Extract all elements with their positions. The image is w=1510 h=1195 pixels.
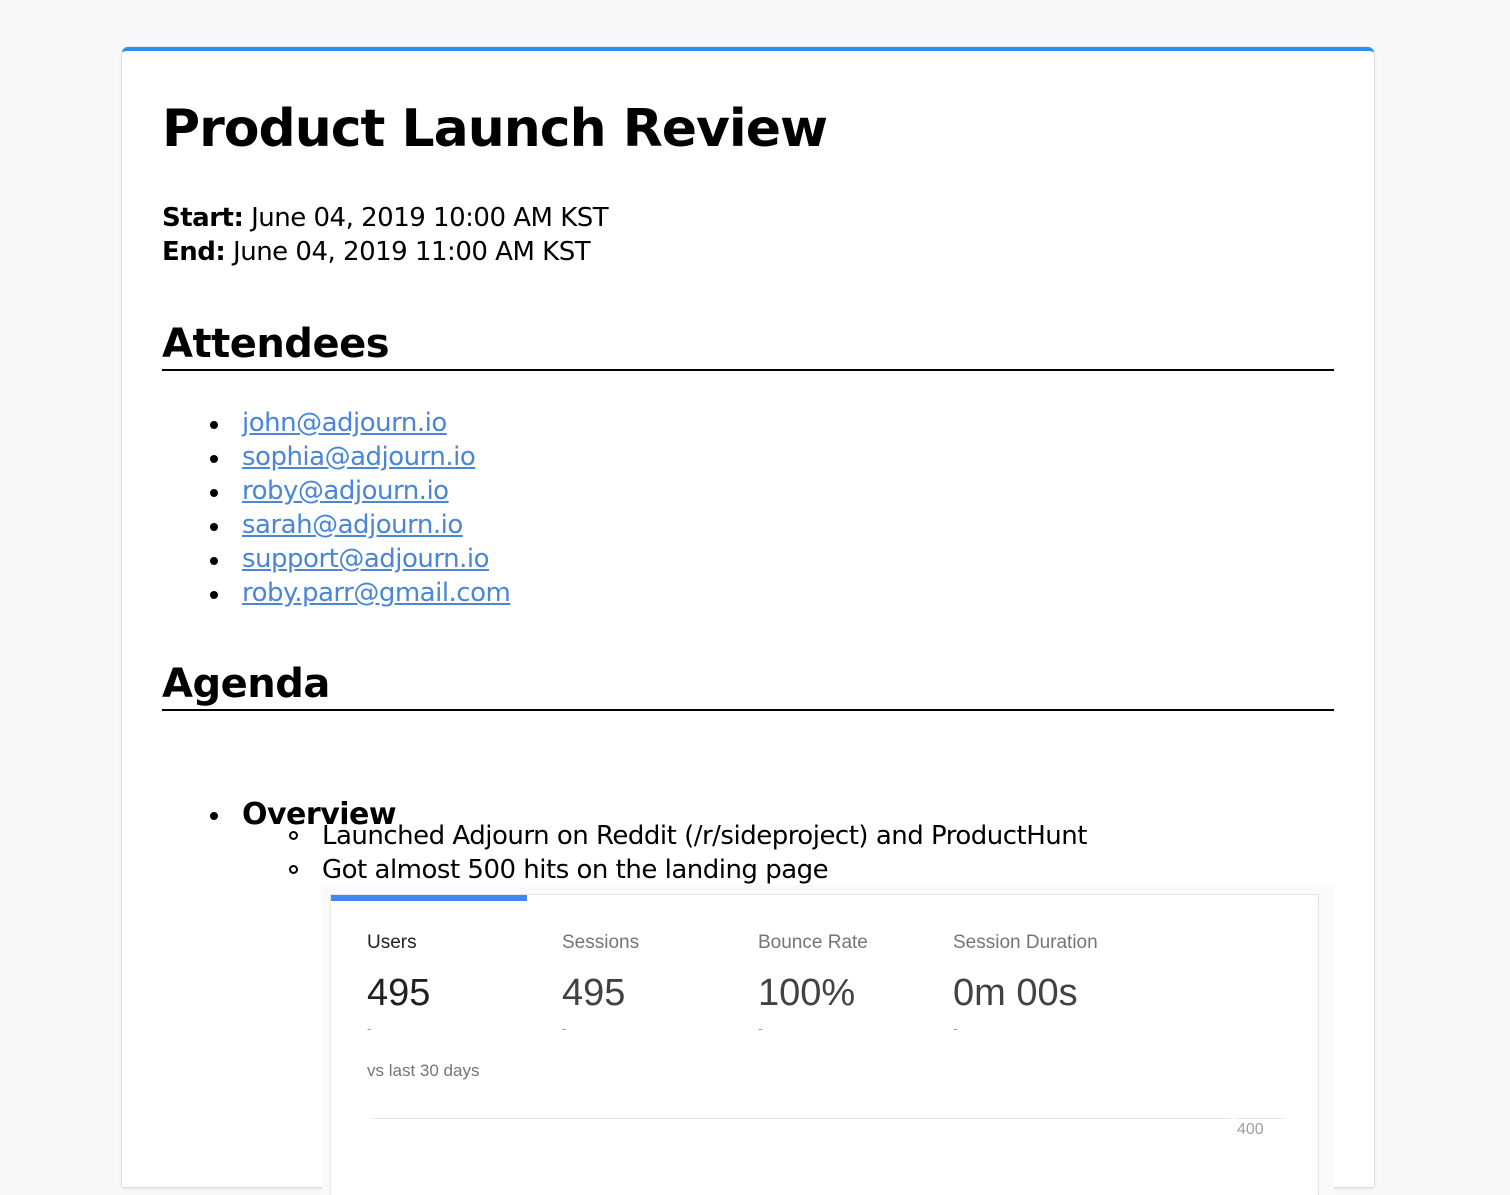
- metric-delta: -: [367, 1020, 372, 1036]
- agenda-heading: Agenda: [162, 660, 1334, 711]
- analytics-screenshot: Users 495 - Sessions 495 - Bounce Rate 1…: [322, 885, 1334, 1195]
- analytics-panel: Users 495 - Sessions 495 - Bounce Rate 1…: [331, 895, 1318, 1195]
- attendee-email-link[interactable]: roby@adjourn.io: [242, 476, 449, 506]
- attendee-email-link[interactable]: sophia@adjourn.io: [242, 442, 476, 472]
- list-item: Launched Adjourn on Reddit (/r/sideproje…: [289, 821, 1087, 851]
- attendees-list: john@adjourn.io sophia@adjourn.io roby@a…: [209, 406, 511, 610]
- chart-tick-label: 400: [1237, 1121, 1264, 1138]
- agenda-subitems: Launched Adjourn on Reddit (/r/sideproje…: [289, 819, 1087, 887]
- attendee-email-link[interactable]: john@adjourn.io: [242, 408, 447, 438]
- start-value: June 04, 2019 10:00 AM KST: [243, 203, 609, 233]
- metric-users: Users 495 -: [367, 931, 557, 1037]
- list-item: roby.parr@gmail.com: [209, 576, 511, 610]
- end-time-row: End: June 04, 2019 11:00 AM KST: [162, 235, 608, 269]
- page-title: Product Launch Review: [162, 99, 828, 159]
- metric-label: Users: [367, 932, 417, 953]
- document-card: Product Launch Review Start: June 04, 20…: [122, 47, 1374, 1195]
- metric-session-duration: Session Duration 0m 00s -: [953, 931, 1213, 1037]
- metric-sessions: Sessions 495 -: [562, 931, 752, 1037]
- metric-label: Sessions: [562, 932, 640, 953]
- meeting-times: Start: June 04, 2019 10:00 AM KST End: J…: [162, 201, 609, 269]
- start-time-row: Start: June 04, 2019 10:00 AM KST: [162, 201, 609, 235]
- chart-gridline: [373, 1118, 1231, 1119]
- list-item: support@adjourn.io: [209, 542, 510, 576]
- metric-value: 495: [562, 972, 626, 1014]
- start-label: Start:: [162, 203, 244, 233]
- metric-value: 100%: [758, 972, 856, 1014]
- list-item: Got almost 500 hits on the landing page: [289, 853, 1087, 887]
- chart-tick-line: [1235, 1118, 1283, 1119]
- attendee-email-link[interactable]: sarah@adjourn.io: [242, 510, 463, 540]
- metric-label: Session Duration: [953, 932, 1098, 953]
- metric-bounce-rate: Bounce Rate 100% -: [758, 931, 948, 1037]
- metric-value: 0m 00s: [953, 972, 1078, 1014]
- list-item: roby@adjourn.io: [209, 474, 510, 508]
- end-value: June 04, 2019 11:00 AM KST: [225, 237, 591, 267]
- attendee-email-link[interactable]: roby.parr@gmail.com: [242, 578, 511, 608]
- list-item: john@adjourn.io: [209, 406, 510, 440]
- metric-label: Bounce Rate: [758, 932, 868, 953]
- list-item: sophia@adjourn.io: [209, 440, 510, 474]
- attendee-email-link[interactable]: support@adjourn.io: [242, 544, 489, 574]
- metric-delta: -: [562, 1020, 567, 1036]
- attendees-heading: Attendees: [162, 320, 1334, 371]
- metric-delta: -: [758, 1020, 763, 1036]
- metric-delta: -: [953, 1020, 958, 1036]
- end-label: End:: [162, 237, 226, 267]
- active-tab-indicator: [331, 895, 527, 901]
- metric-value: 495: [367, 972, 431, 1014]
- comparison-label: vs last 30 days: [367, 1061, 480, 1080]
- list-item: sarah@adjourn.io: [209, 508, 510, 542]
